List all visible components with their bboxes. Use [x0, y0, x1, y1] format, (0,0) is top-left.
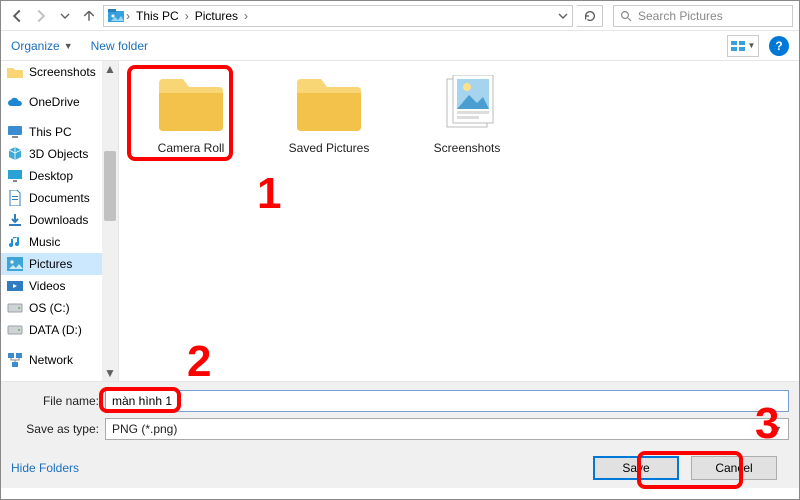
pc-icon: [7, 124, 23, 140]
folder-icon: [7, 64, 23, 80]
help-button[interactable]: ?: [769, 36, 789, 56]
sidebar-item[interactable]: Videos: [1, 275, 118, 297]
folder-label: Saved Pictures: [279, 141, 379, 155]
sidebar-item[interactable]: Desktop: [1, 165, 118, 187]
chevron-down-icon: ▼: [773, 424, 782, 434]
address-bar: › This PC › Pictures › Search Pictures: [1, 1, 799, 31]
scroll-thumb[interactable]: [104, 151, 116, 221]
video-icon: [7, 278, 23, 294]
organize-button[interactable]: Organize ▼: [11, 39, 73, 53]
sidebar-item[interactable]: OS (C:): [1, 297, 118, 319]
search-icon: [620, 10, 632, 22]
sidebar-item-label: Screenshots: [29, 65, 96, 79]
nav-up-button[interactable]: [79, 4, 99, 28]
filetype-value: PNG (*.png): [112, 422, 177, 436]
filetype-label: Save as type:: [11, 422, 105, 436]
recent-locations-button[interactable]: [55, 4, 75, 28]
sidebar-item-label: Downloads: [29, 213, 88, 227]
sidebar-item-label: Desktop: [29, 169, 73, 183]
cancel-button[interactable]: Cancel: [691, 456, 777, 480]
scroll-down-icon[interactable]: ▼: [102, 365, 118, 381]
sidebar: Screenshots OneDrive This PC 3D Objects Desk…: [1, 61, 119, 381]
chevron-down-icon: ▼: [64, 41, 73, 51]
view-options-button[interactable]: ▼: [727, 35, 759, 57]
sidebar-scrollbar[interactable]: ▲ ▼: [102, 61, 118, 381]
search-input[interactable]: Search Pictures: [613, 5, 793, 27]
chevron-right-icon: ›: [185, 9, 189, 23]
sidebar-item-label: Network: [29, 353, 73, 367]
organize-label: Organize: [11, 39, 60, 53]
sidebar-item[interactable]: 3D Objects: [1, 143, 118, 165]
breadcrumb-segment[interactable]: This PC: [132, 9, 183, 23]
folder-item[interactable]: Camera Roll: [141, 75, 241, 155]
sidebar-item-label: OS (C:): [29, 301, 70, 315]
nav-back-button[interactable]: [7, 4, 27, 28]
toolbar: Organize ▼ New folder ▼ ?: [1, 31, 799, 61]
bottom-panel: File name: Save as type: PNG (*.png) ▼ H…: [1, 381, 799, 488]
sidebar-item-label: Videos: [29, 279, 65, 293]
filetype-dropdown[interactable]: PNG (*.png) ▼: [105, 418, 789, 440]
new-folder-button[interactable]: New folder: [91, 39, 148, 53]
sidebar-item-label: This PC: [29, 125, 72, 139]
thumbnails-icon: [431, 75, 503, 133]
chevron-right-icon: ›: [244, 9, 248, 23]
sidebar-item[interactable]: DATA (D:): [1, 319, 118, 341]
sidebar-item[interactable]: Music: [1, 231, 118, 253]
sidebar-item[interactable]: Documents: [1, 187, 118, 209]
content-pane[interactable]: Camera Roll Saved Pictures Screenshots: [119, 61, 799, 381]
chevron-down-icon[interactable]: [558, 11, 568, 21]
sidebar-item-label: 3D Objects: [29, 147, 88, 161]
sidebar-item-label: Pictures: [29, 257, 72, 271]
sidebar-item[interactable]: This PC: [1, 121, 118, 143]
disk-icon: [7, 322, 23, 338]
network-icon: [7, 352, 23, 368]
sidebar-item-label: Documents: [29, 191, 90, 205]
pictures-icon: [108, 8, 124, 24]
breadcrumb-segment[interactable]: Pictures: [191, 9, 242, 23]
sidebar-item[interactable]: Screenshots: [1, 61, 118, 83]
sidebar-item[interactable]: Network: [1, 349, 118, 371]
folder-item[interactable]: Screenshots: [417, 75, 517, 155]
sidebar-item-label: DATA (D:): [29, 323, 82, 337]
sidebar-item-label: OneDrive: [29, 95, 80, 109]
scroll-up-icon[interactable]: ▲: [102, 61, 118, 77]
desktop-icon: [7, 168, 23, 184]
folder-icon: [293, 75, 365, 133]
chevron-down-icon: ▼: [748, 41, 756, 50]
cloud-icon: [7, 94, 23, 110]
hide-folders-button[interactable]: Hide Folders: [11, 461, 79, 475]
disk-icon: [7, 300, 23, 316]
pictures-icon: [7, 256, 23, 272]
folder-label: Screenshots: [417, 141, 517, 155]
sidebar-item[interactable]: Pictures: [1, 253, 118, 275]
filename-input[interactable]: [105, 390, 789, 412]
folder-item[interactable]: Saved Pictures: [279, 75, 379, 155]
sidebar-item[interactable]: OneDrive: [1, 91, 118, 113]
folder-icon: [155, 75, 227, 133]
main-area: Screenshots OneDrive This PC 3D Objects Desk…: [1, 61, 799, 381]
cube-icon: [7, 146, 23, 162]
download-icon: [7, 212, 23, 228]
save-button[interactable]: Save: [593, 456, 679, 480]
folder-label: Camera Roll: [141, 141, 241, 155]
music-icon: [7, 234, 23, 250]
filename-label: File name:: [11, 394, 105, 408]
chevron-right-icon: ›: [126, 9, 130, 23]
refresh-button[interactable]: [577, 5, 603, 27]
sidebar-item[interactable]: Downloads: [1, 209, 118, 231]
breadcrumb[interactable]: › This PC › Pictures ›: [103, 5, 573, 27]
doc-icon: [7, 190, 23, 206]
nav-forward-button[interactable]: [31, 4, 51, 28]
sidebar-item-label: Music: [29, 235, 60, 249]
search-placeholder: Search Pictures: [638, 9, 723, 23]
